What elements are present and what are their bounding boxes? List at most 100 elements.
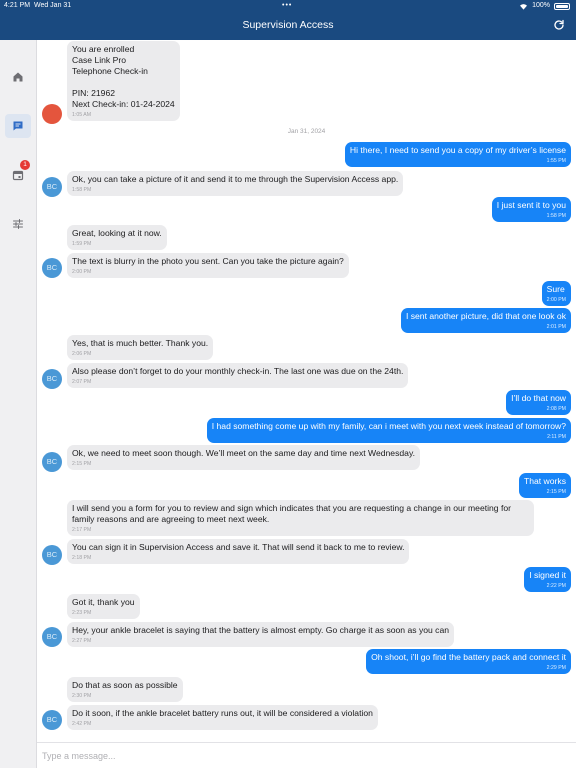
avatar: BC bbox=[42, 627, 62, 647]
message-outgoing[interactable]: That works 2:15 PM bbox=[518, 473, 571, 498]
sliders-icon bbox=[13, 219, 23, 229]
sidebar-item-calendar[interactable]: 1 bbox=[5, 160, 31, 187]
message-outgoing[interactable]: I signed it 2:22 PM bbox=[524, 567, 571, 592]
avatar: BC bbox=[42, 177, 62, 197]
avatar: BC bbox=[42, 452, 62, 472]
avatar: BC bbox=[42, 369, 62, 389]
status-date: Wed Jan 31 bbox=[33, 2, 72, 9]
message-incoming[interactable]: The text is blurry in the photo you sent… bbox=[67, 253, 349, 278]
notification-badge: 1 bbox=[20, 160, 30, 170]
message-text: Also please don’t forget to do your mont… bbox=[72, 366, 404, 376]
message-text: Oh shoot, i’ll go find the battery pack … bbox=[371, 652, 566, 662]
message-time: 2:15 PM bbox=[72, 461, 92, 467]
message-input[interactable] bbox=[42, 746, 562, 765]
message-time: 2:08 PM bbox=[546, 406, 566, 412]
message-incoming[interactable]: I will send you a form for you to review… bbox=[67, 500, 534, 536]
message-outgoing[interactable]: I had something come up with my family, … bbox=[206, 418, 571, 443]
message-text: You can sign it in Supervision Access an… bbox=[72, 542, 405, 552]
sidebar-item-home[interactable] bbox=[5, 65, 31, 89]
status-time: 4:21 PM bbox=[4, 2, 31, 9]
message-time: 2:06 PM bbox=[72, 351, 92, 357]
message-outgoing[interactable]: I’ll do that now 2:08 PM bbox=[506, 390, 571, 415]
message-text: Hi there, I need to send you a copy of m… bbox=[349, 145, 566, 155]
message-outgoing[interactable]: Sure 2:00 PM bbox=[541, 281, 571, 306]
battery-icon bbox=[554, 3, 570, 10]
status-right: 100% bbox=[519, 0, 570, 11]
message-outgoing[interactable]: Hi there, I need to send you a copy of m… bbox=[344, 142, 571, 167]
avatar: BC bbox=[42, 710, 62, 730]
message-text: Yes, that is much better. Thank you. bbox=[72, 338, 209, 348]
message-time: 2:18 PM bbox=[72, 555, 92, 561]
message-time: 2:11 PM bbox=[547, 434, 566, 440]
message-time: 2:00 PM bbox=[72, 269, 92, 275]
message-text: That works bbox=[523, 476, 566, 486]
chat-icon bbox=[13, 121, 23, 131]
wifi-icon bbox=[520, 4, 528, 10]
message-incoming[interactable]: Do that as soon as possible 2:30 PM bbox=[67, 677, 183, 702]
message-text: Sure bbox=[546, 284, 565, 294]
app-header: Supervision Access bbox=[0, 11, 576, 40]
message-text: Do that as soon as possible bbox=[72, 680, 178, 690]
message-time: 2:30 PM bbox=[72, 693, 92, 699]
avatar: BC bbox=[42, 545, 62, 565]
message-incoming[interactable]: Also please don’t forget to do your mont… bbox=[67, 363, 409, 388]
message-composer bbox=[37, 742, 576, 768]
message-time: 1:05 AM bbox=[72, 112, 92, 118]
message-text: Great, looking at it now. bbox=[72, 228, 162, 238]
refresh-icon bbox=[554, 19, 564, 30]
message-outgoing[interactable]: I just sent it to you 1:58 PM bbox=[491, 197, 571, 222]
message-text: I signed it bbox=[529, 570, 566, 580]
message-text: Hey, your ankle bracelet is saying that … bbox=[72, 625, 450, 635]
status-time-date: 4:21 PM Wed Jan 31 bbox=[4, 0, 71, 11]
battery-percent: 100% bbox=[532, 2, 550, 9]
message-time: 2:23 PM bbox=[72, 610, 92, 616]
page-title: Supervision Access bbox=[242, 19, 334, 31]
message-text: The text is blurry in the photo you sent… bbox=[72, 256, 344, 266]
message-text: I sent another picture, did that one loo… bbox=[405, 311, 566, 321]
sidebar: 1 bbox=[0, 40, 37, 768]
calendar-icon bbox=[12, 170, 24, 181]
message-outgoing[interactable]: I sent another picture, did that one loo… bbox=[400, 308, 571, 333]
multitasking-dots[interactable]: ••• bbox=[282, 0, 292, 11]
message-text: I will send you a form for you to review… bbox=[72, 503, 511, 524]
sidebar-item-settings[interactable] bbox=[5, 212, 31, 236]
home-icon bbox=[13, 72, 23, 82]
message-time: 2:27 PM bbox=[72, 638, 92, 644]
refresh-button[interactable] bbox=[552, 18, 566, 32]
message-text: Got it, thank you bbox=[72, 597, 135, 607]
message-time: 2:29 PM bbox=[546, 665, 566, 671]
message-time: 1:58 PM bbox=[72, 187, 92, 193]
message-text: I’ll do that now bbox=[511, 393, 566, 403]
message-text: Ok, you can take a picture of it and sen… bbox=[72, 174, 399, 184]
message-text: Ok, we need to meet soon though. We’ll m… bbox=[72, 448, 415, 458]
sidebar-item-messages[interactable] bbox=[5, 114, 31, 138]
message-time: 1:59 PM bbox=[72, 241, 92, 247]
message-text: I just sent it to you bbox=[496, 200, 566, 210]
message-text: Do it soon, if the ankle bracelet batter… bbox=[72, 708, 373, 718]
avatar: BC bbox=[42, 258, 62, 278]
date-separator: Jan 31, 2024 bbox=[287, 128, 326, 135]
message-time: 2:15 PM bbox=[546, 489, 566, 495]
message-incoming[interactable]: Great, looking at it now. 1:59 PM bbox=[67, 225, 167, 250]
message-incoming[interactable]: Yes, that is much better. Thank you. 2:0… bbox=[67, 335, 214, 360]
message-time: 2:22 PM bbox=[546, 583, 566, 589]
status-bar: 4:21 PM Wed Jan 31 ••• 100% bbox=[0, 0, 576, 11]
message-incoming[interactable]: Hey, your ankle bracelet is saying that … bbox=[67, 622, 455, 647]
message-incoming[interactable]: You are enrolled Case Link Pro Telephone… bbox=[67, 41, 180, 121]
message-time: 1:58 PM bbox=[546, 213, 566, 219]
message-time: 2:07 PM bbox=[72, 379, 92, 385]
message-time: 2:01 PM bbox=[546, 324, 566, 330]
message-outgoing[interactable]: Oh shoot, i’ll go find the battery pack … bbox=[366, 649, 571, 674]
message-incoming[interactable]: Got it, thank you 2:23 PM bbox=[67, 594, 140, 619]
system-avatar bbox=[42, 104, 62, 124]
message-time: 1:55 PM bbox=[546, 158, 566, 164]
message-time: 2:42 PM bbox=[72, 721, 92, 727]
message-incoming[interactable]: You can sign it in Supervision Access an… bbox=[67, 539, 410, 564]
message-incoming[interactable]: Ok, we need to meet soon though. We’ll m… bbox=[67, 445, 420, 470]
message-time: 2:00 PM bbox=[546, 297, 566, 303]
message-incoming[interactable]: Ok, you can take a picture of it and sen… bbox=[67, 171, 404, 196]
message-text: You are enrolled Case Link Pro Telephone… bbox=[72, 44, 175, 109]
message-text: I had something come up with my family, … bbox=[211, 421, 566, 431]
message-incoming[interactable]: Do it soon, if the ankle bracelet batter… bbox=[67, 705, 378, 730]
message-time: 2:17 PM bbox=[72, 527, 92, 533]
